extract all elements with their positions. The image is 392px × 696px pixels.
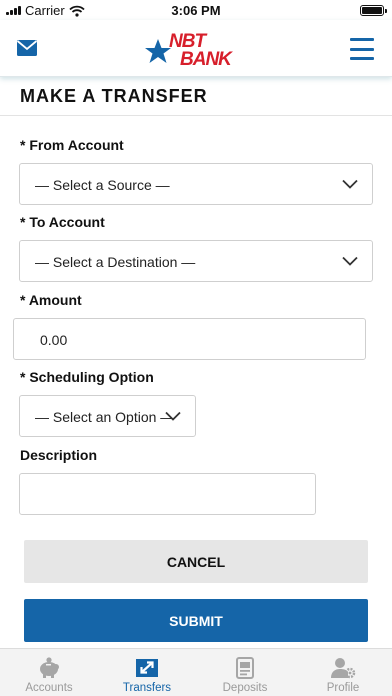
tab-transfers-label: Transfers <box>122 682 172 694</box>
chevron-down-icon <box>342 179 358 189</box>
chevron-down-icon <box>165 411 181 421</box>
hamburger-menu-icon[interactable] <box>350 38 374 60</box>
logo-text-bottom: BANK <box>180 49 233 70</box>
tab-accounts[interactable]: Accounts <box>0 649 98 696</box>
app-header: NBT BANK <box>0 20 392 77</box>
scheduling-option-select[interactable]: — Select an Option — <box>19 395 196 437</box>
tab-accounts-label: Accounts <box>25 682 73 694</box>
mail-icon[interactable] <box>16 39 38 57</box>
chevron-down-icon <box>342 256 358 266</box>
logo-star-icon <box>145 39 171 63</box>
nbt-bank-logo[interactable]: NBT BANK <box>144 27 244 71</box>
piggy-bank-icon <box>40 657 59 678</box>
check-deposit-icon <box>236 657 254 679</box>
to-account-select[interactable]: — Select a Destination — <box>19 240 373 282</box>
to-account-label: * To Account <box>20 214 105 230</box>
from-account-label: * From Account <box>20 137 124 153</box>
tab-deposits-label: Deposits <box>222 682 268 694</box>
scheduling-option-label: * Scheduling Option <box>20 369 154 385</box>
battery-icon <box>360 5 387 16</box>
tab-deposits[interactable]: Deposits <box>196 649 294 696</box>
title-divider <box>0 115 392 116</box>
transfer-arrows-icon <box>136 659 158 677</box>
tab-profile-label: Profile <box>326 682 360 694</box>
description-label: Description <box>20 447 98 463</box>
page-title: MAKE A TRANSFER <box>20 86 208 106</box>
scheduling-option-value: — Select an Option — <box>35 409 175 425</box>
to-account-value: — Select a Destination — <box>35 254 196 270</box>
submit-button[interactable]: SUBMIT <box>24 599 368 642</box>
amount-input[interactable]: 0.00 <box>13 318 366 360</box>
amount-label: * Amount <box>20 292 82 308</box>
bottom-tab-bar: Accounts Transfers Deposits Profile <box>0 648 392 696</box>
from-account-select[interactable]: — Select a Source — <box>19 163 373 205</box>
tab-profile[interactable]: Profile <box>294 649 392 696</box>
status-bar: Carrier 3:06 PM <box>0 0 392 20</box>
amount-value: 0.00 <box>40 332 68 348</box>
description-input[interactable] <box>19 473 316 515</box>
cancel-button[interactable]: CANCEL <box>24 540 368 583</box>
profile-gear-icon <box>331 658 356 679</box>
tab-transfers[interactable]: Transfers <box>98 649 196 696</box>
status-time: 3:06 PM <box>171 3 221 18</box>
from-account-value: — Select a Source — <box>35 177 170 193</box>
